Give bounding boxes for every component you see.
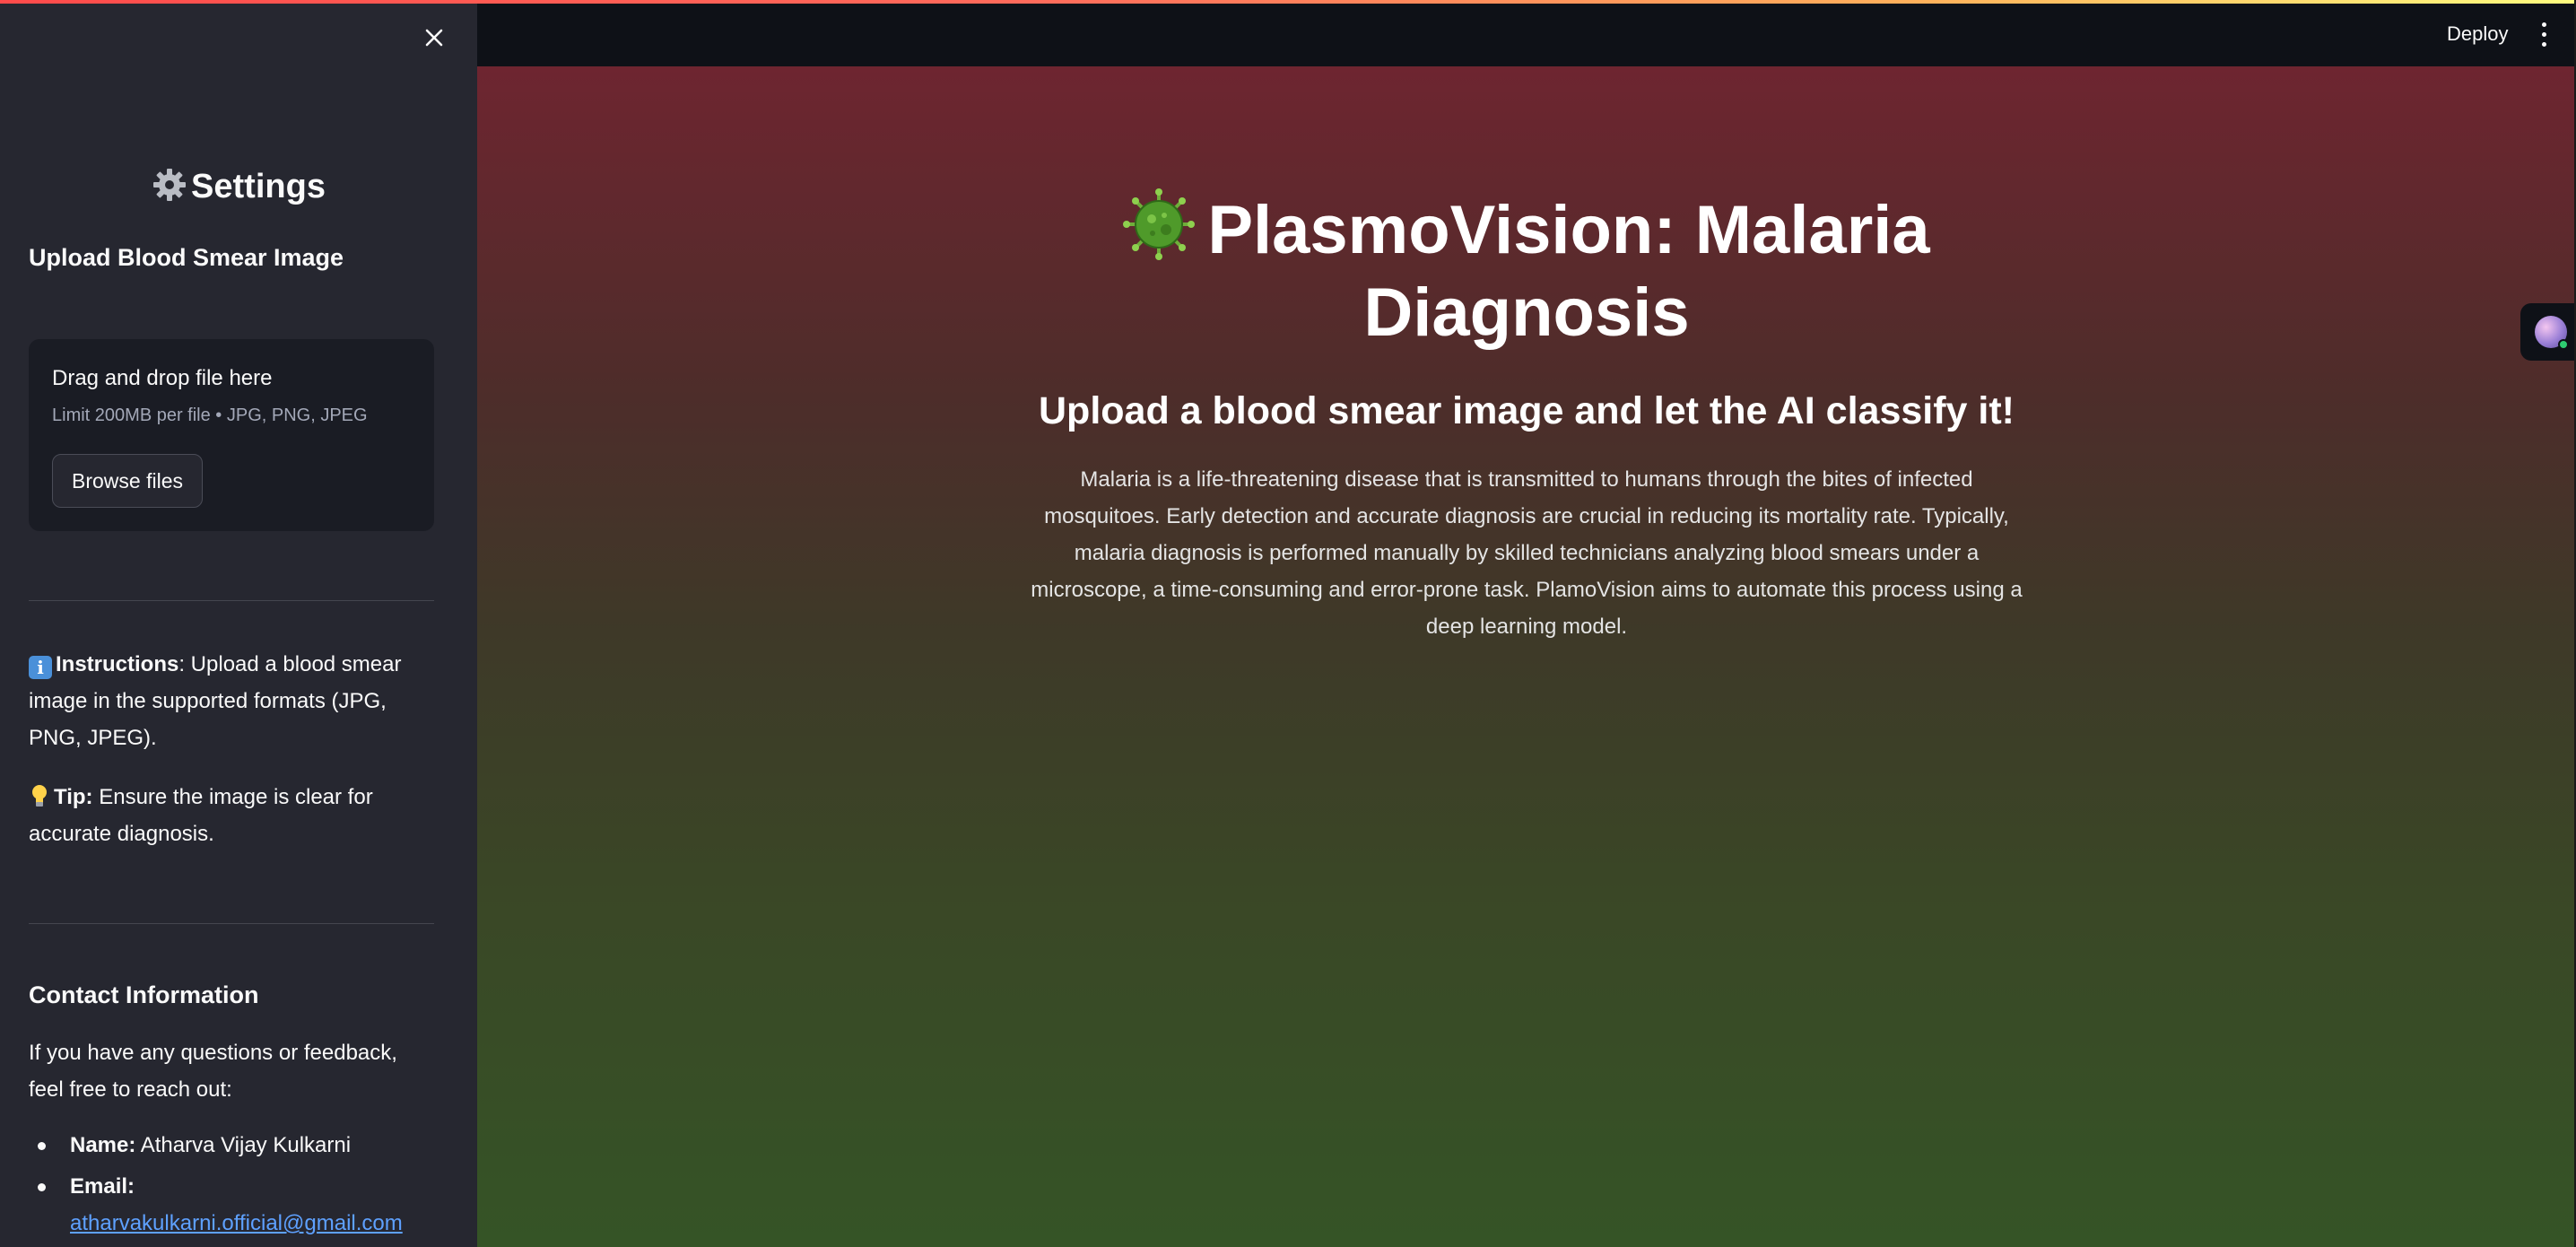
gear-icon — [153, 169, 187, 201]
top-header — [477, 4, 2576, 66]
upload-label: Upload Blood Smear Image — [29, 244, 344, 271]
email-label: Email: — [70, 1174, 135, 1199]
tip-text: Tip: Ensure the image is clear for accur… — [29, 779, 434, 852]
page-subtitle: Upload a blood smear image and let the A… — [1039, 389, 2015, 432]
bullet — [38, 1183, 46, 1191]
info-icon: i — [29, 656, 52, 679]
top-decoration-bar — [0, 0, 2576, 4]
bullet — [38, 1142, 46, 1150]
contact-intro: If you have any questions or feedback, f… — [29, 1041, 397, 1102]
divider — [29, 600, 434, 601]
sidebar: Settings Upload Blood Smear Image Drag a… — [0, 0, 477, 1247]
name-value: Atharva Vijay Kulkarni — [135, 1133, 352, 1157]
sidebar-title: Settings — [0, 167, 477, 206]
contact-title: Contact Information — [29, 981, 259, 1008]
sidebar-title-text: Settings — [191, 168, 326, 205]
title-line-2: Diagnosis — [1363, 275, 1690, 351]
main-content: PlasmoVision: Malaria Diagnosis Upload a… — [477, 66, 2576, 1247]
page-title: PlasmoVision: Malaria Diagnosis — [477, 188, 2576, 354]
instructions-text: i Instructions: Upload a blood smear imag… — [29, 646, 434, 756]
close-icon — [425, 29, 443, 47]
file-dropzone[interactable]: Drag and drop file here Limit 200MB per … — [29, 339, 434, 531]
kebab-menu-icon[interactable] — [2537, 20, 2551, 50]
name-label: Name: — [70, 1133, 136, 1157]
instructions-label: Instructions — [56, 652, 179, 676]
list-item: Name: Atharva Vijay Kulkarni — [29, 1127, 441, 1164]
dropzone-limit-text: Limit 200MB per file • JPG, PNG, JPEG — [52, 405, 368, 425]
dropzone-text: Drag and drop file here — [52, 366, 273, 390]
online-status-dot — [2558, 339, 2569, 350]
divider — [29, 923, 434, 924]
browse-files-button[interactable]: Browse files — [52, 454, 203, 508]
assistant-avatar-button[interactable] — [2520, 303, 2576, 361]
title-line-1: PlasmoVision: Malaria — [1207, 192, 1930, 268]
microbe-icon — [1123, 188, 1196, 260]
description: Malaria is a life-threatening disease th… — [1031, 467, 2023, 639]
lightbulb-icon — [32, 785, 47, 807]
list-item: Email: atharvakulkarni.official@gmail.co… — [29, 1168, 441, 1242]
contact-list: Name: Atharva Vijay Kulkarni Email: atha… — [29, 1127, 441, 1242]
close-sidebar-button[interactable] — [420, 23, 448, 52]
deploy-button[interactable]: Deploy — [2438, 18, 2517, 50]
email-link[interactable]: atharvakulkarni.official@gmail.com — [70, 1211, 403, 1235]
tip-label: Tip: — [54, 785, 93, 809]
